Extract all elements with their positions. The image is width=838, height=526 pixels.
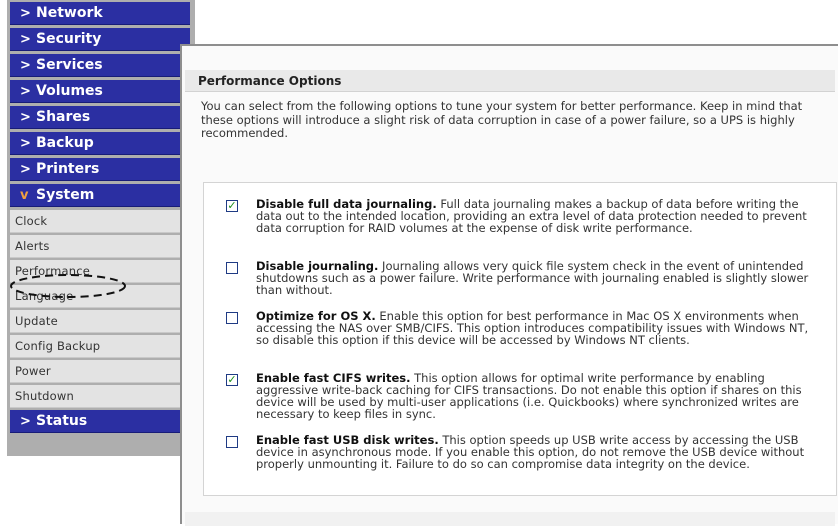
- option-text: Disable full data journaling. Full data …: [256, 198, 824, 234]
- sidebar-subitem-shutdown[interactable]: Shutdown: [10, 385, 190, 408]
- chevron-right-icon: >: [20, 84, 31, 99]
- disable-journaling-checkbox[interactable]: [226, 262, 238, 274]
- sidebar-item-label: System: [36, 187, 95, 203]
- panel-intro-text: You can select from the following option…: [201, 99, 803, 140]
- option-text: Enable fast CIFS writes. This option all…: [256, 372, 824, 420]
- chevron-right-icon: >: [20, 110, 31, 125]
- sidebar-item-label: Network: [36, 5, 103, 21]
- sidebar-subitem-config-backup[interactable]: Config Backup: [10, 335, 190, 358]
- sidebar-item-security[interactable]: > Security: [10, 28, 190, 51]
- sidebar-item-network[interactable]: > Network: [10, 2, 190, 25]
- sidebar-subitem-language[interactable]: Language: [10, 285, 190, 308]
- sidebar-item-label: Security: [36, 31, 102, 47]
- sidebar-subitem-performance[interactable]: Performance: [10, 260, 190, 283]
- chevron-right-icon: >: [20, 414, 31, 429]
- chevron-right-icon: >: [20, 32, 31, 47]
- chevron-right-icon: >: [20, 6, 31, 21]
- sidebar-subitem-power[interactable]: Power: [10, 360, 190, 383]
- sidebar-item-label: Services: [36, 57, 103, 73]
- sidebar-subitem-update[interactable]: Update: [10, 310, 190, 333]
- sidebar-item-label: Status: [36, 413, 88, 429]
- optimize-for-osx-checkbox[interactable]: [226, 312, 238, 324]
- option-text: Enable fast USB disk writes. This option…: [256, 434, 824, 470]
- sidebar-item-services[interactable]: > Services: [10, 54, 190, 77]
- sidebar-item-status[interactable]: > Status: [10, 410, 190, 433]
- sidebar-item-label: Printers: [36, 161, 100, 177]
- sidebar-item-label: Volumes: [36, 83, 103, 99]
- sidebar-item-printers[interactable]: > Printers: [10, 158, 190, 181]
- chevron-down-icon: v: [20, 188, 29, 203]
- sidebar-subitem-clock[interactable]: Clock: [10, 210, 190, 233]
- performance-options-panel: Performance Options You can select from …: [180, 44, 838, 526]
- option-text: Disable journaling. Journaling allows ve…: [256, 260, 824, 296]
- chevron-right-icon: >: [20, 136, 31, 151]
- sidebar-item-system[interactable]: v System: [10, 184, 190, 207]
- enable-fast-cifs-writes-checkbox[interactable]: ✓: [226, 374, 238, 386]
- enable-fast-usb-disk-writes-checkbox[interactable]: [226, 436, 238, 448]
- sidebar-subitem-alerts[interactable]: Alerts: [10, 235, 190, 258]
- panel-title: Performance Options: [185, 70, 835, 92]
- sidebar-item-backup[interactable]: > Backup: [10, 132, 190, 155]
- option-text: Optimize for OS X. Enable this option fo…: [256, 310, 824, 346]
- sidebar-nav: > Network > Security > Services > Volumes > S…: [7, 0, 195, 456]
- disable-full-data-journaling-checkbox[interactable]: ✓: [226, 200, 238, 212]
- sidebar-item-label: Shares: [36, 109, 91, 125]
- sidebar-item-shares[interactable]: > Shares: [10, 106, 190, 129]
- options-list: ✓ Disable full data journaling. Full dat…: [203, 182, 837, 496]
- chevron-right-icon: >: [20, 58, 31, 73]
- chevron-right-icon: >: [20, 162, 31, 177]
- sidebar-item-volumes[interactable]: > Volumes: [10, 80, 190, 103]
- sidebar-item-label: Backup: [36, 135, 94, 151]
